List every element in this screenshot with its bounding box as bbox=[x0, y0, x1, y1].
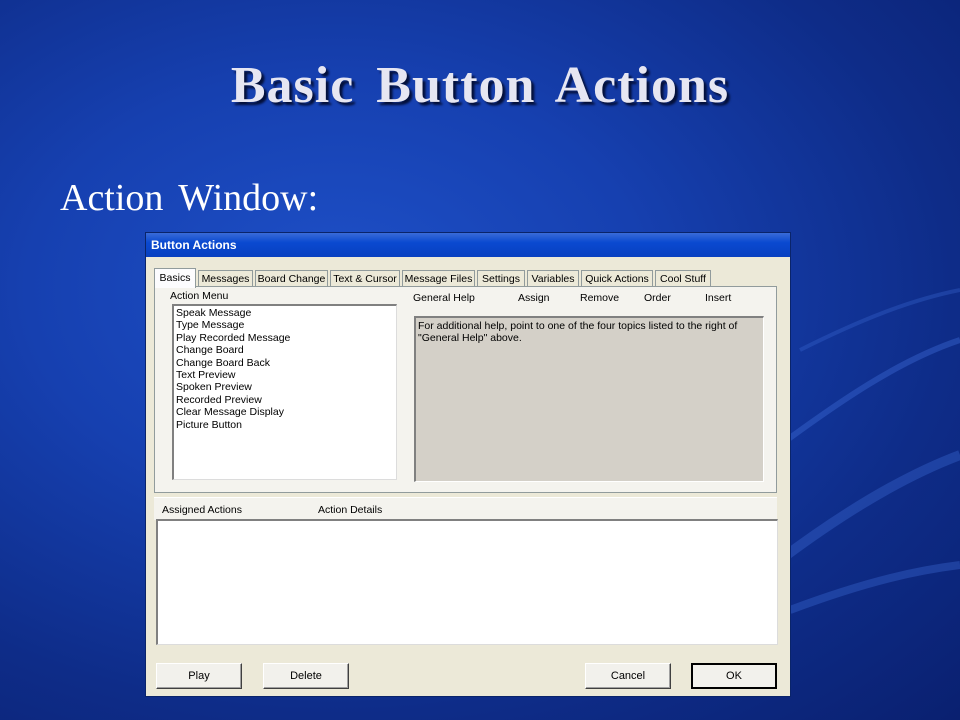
tab-text-cursor[interactable]: Text & Cursor bbox=[330, 270, 400, 286]
tab-cool-stuff[interactable]: Cool Stuff bbox=[655, 270, 711, 286]
window-title: Button Actions bbox=[146, 233, 790, 257]
delete-button[interactable]: Delete bbox=[263, 663, 349, 689]
list-item[interactable]: Clear Message Display bbox=[176, 406, 394, 418]
tab-messages[interactable]: Messages bbox=[198, 270, 253, 286]
list-item[interactable]: Speak Message bbox=[176, 307, 394, 319]
list-item[interactable]: Spoken Preview bbox=[176, 381, 394, 393]
list-item[interactable]: Change Board Back bbox=[176, 357, 394, 369]
ok-button[interactable]: OK bbox=[691, 663, 777, 689]
button-actions-window: Button Actions Basics Messages Board Cha… bbox=[145, 232, 791, 697]
tab-settings[interactable]: Settings bbox=[477, 270, 525, 286]
list-item[interactable]: Picture Button bbox=[176, 419, 394, 431]
action-details-label: Action Details bbox=[318, 504, 383, 516]
help-text-box: For additional help, point to one of the… bbox=[414, 316, 764, 482]
list-item[interactable]: Play Recorded Message bbox=[176, 332, 394, 344]
remove-topic[interactable]: Remove bbox=[580, 292, 619, 304]
assign-topic[interactable]: Assign bbox=[518, 292, 550, 304]
list-item[interactable]: Change Board bbox=[176, 344, 394, 356]
insert-topic[interactable]: Insert bbox=[705, 292, 731, 304]
tab-quick-actions[interactable]: Quick Actions bbox=[581, 270, 653, 286]
tab-message-files[interactable]: Message Files bbox=[402, 270, 475, 286]
list-item[interactable]: Type Message bbox=[176, 319, 394, 331]
tab-variables[interactable]: Variables bbox=[527, 270, 579, 286]
slide-subtitle: Action Window: bbox=[60, 177, 319, 219]
play-button[interactable]: Play bbox=[156, 663, 242, 689]
tab-basics[interactable]: Basics bbox=[154, 268, 196, 288]
order-topic[interactable]: Order bbox=[644, 292, 671, 304]
general-help-topic[interactable]: General Help bbox=[413, 292, 475, 304]
assigned-actions-header bbox=[154, 497, 777, 520]
cancel-button[interactable]: Cancel bbox=[585, 663, 671, 689]
action-menu-label: Action Menu bbox=[170, 290, 229, 302]
tab-board-change[interactable]: Board Change bbox=[255, 270, 328, 286]
list-item[interactable]: Text Preview bbox=[176, 369, 394, 381]
slide-title: Basic Button Actions bbox=[230, 57, 730, 114]
list-item[interactable]: Recorded Preview bbox=[176, 394, 394, 406]
action-menu-list[interactable]: Speak Message Type Message Play Recorded… bbox=[172, 304, 397, 480]
assigned-actions-list[interactable] bbox=[156, 519, 778, 645]
assigned-actions-label: Assigned Actions bbox=[162, 504, 242, 516]
